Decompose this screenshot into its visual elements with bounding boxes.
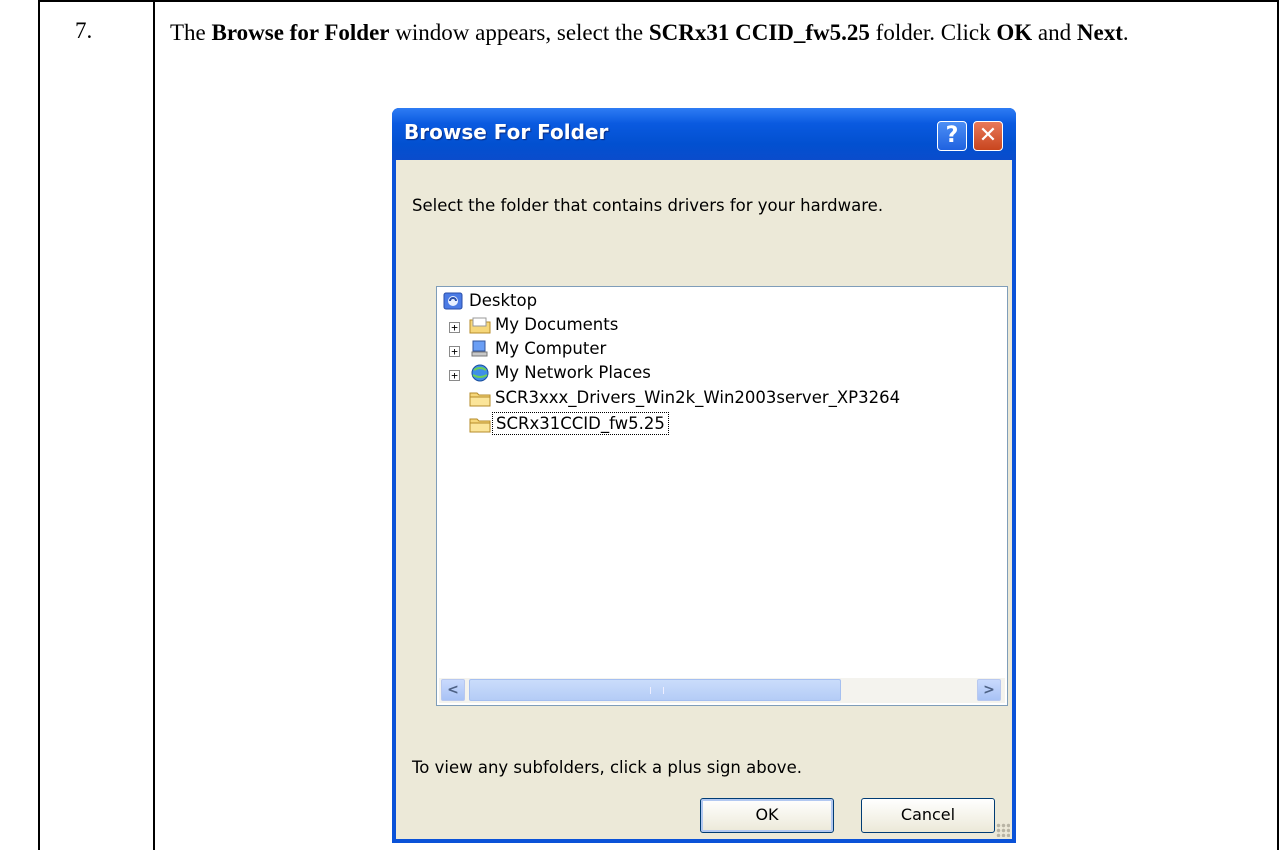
scroll-thumb-grip (650, 687, 664, 694)
tree-item-label: SCR3xxx_Drivers_Win2k_Win2003server_XP32… (495, 388, 901, 407)
cancel-button[interactable]: Cancel (861, 798, 995, 833)
instruction-bold: SCRx31 CCID_fw5.25 (648, 20, 870, 45)
instruction-text: and (1032, 20, 1077, 45)
horizontal-scrollbar[interactable]: < > (439, 678, 1005, 703)
dialog-prompt: Select the folder that contains drivers … (412, 196, 884, 215)
expand-plus-icon[interactable]: + (449, 322, 460, 333)
chevron-left-icon: < (447, 682, 459, 698)
scroll-right-button[interactable]: > (977, 679, 1001, 701)
instruction-text: window appears, select the (389, 20, 649, 45)
network-icon (471, 364, 489, 382)
instruction-text: The (170, 20, 212, 45)
tree-item-label: SCRx31CCID_fw5.25 (492, 412, 669, 435)
chevron-right-icon: > (983, 682, 995, 698)
help-button[interactable]: ? (937, 121, 967, 151)
computer-icon (471, 340, 488, 357)
folder-icon (469, 418, 491, 433)
tree-item-scrx31ccid-folder[interactable]: SCRx31CCID_fw5.25 (469, 412, 769, 438)
ok-button[interactable]: OK (700, 798, 834, 833)
desktop-icon (443, 292, 463, 310)
expand-plus-icon[interactable]: + (449, 370, 460, 381)
table-left-border (38, 0, 40, 850)
instruction-text: . (1122, 20, 1129, 45)
tree-item-my-network-places[interactable]: + My Network Places (449, 363, 849, 385)
tree-item-label: My Documents (495, 315, 619, 334)
folder-documents-icon (469, 317, 491, 334)
folder-icon (469, 392, 491, 407)
browse-for-folder-dialog: Browse For Folder ? ✕ Select the folder … (392, 108, 1016, 843)
tree-item-label: Desktop (469, 291, 538, 310)
dialog-titlebar[interactable]: Browse For Folder ? ✕ (392, 108, 1016, 160)
tree-item-label: My Computer (495, 339, 607, 358)
close-button[interactable]: ✕ (973, 121, 1003, 151)
close-icon: ✕ (978, 123, 998, 148)
dialog-body: Select the folder that contains drivers … (396, 160, 1012, 839)
tree-item-label: My Network Places (495, 363, 651, 382)
table-top-border (38, 0, 1279, 2)
instruction-bold: Browse for Folder (211, 20, 390, 45)
instruction-text: folder. Click (869, 20, 997, 45)
tree-item-my-computer[interactable]: + My Computer (449, 339, 849, 361)
tree-item-my-documents[interactable]: + My Documents (449, 315, 849, 337)
scroll-left-button[interactable]: < (441, 679, 465, 701)
dialog-title: Browse For Folder (404, 120, 609, 144)
scroll-thumb[interactable] (469, 679, 841, 701)
help-icon: ? (945, 123, 959, 148)
resize-grip-icon[interactable] (996, 823, 1010, 837)
step-instruction: The Browse for Folder window appears, se… (170, 18, 1260, 47)
instruction-bold: Next (1076, 20, 1123, 45)
tree-item-scr3xxx-folder[interactable]: SCR3xxx_Drivers_Win2k_Win2003server_XP32… (469, 388, 999, 410)
dialog-hint: To view any subfolders, click a plus sig… (412, 758, 802, 777)
expand-plus-icon[interactable]: + (449, 346, 460, 357)
step-number: 7. (75, 18, 93, 43)
folder-tree[interactable]: Desktop + My Documents + My Computer + M… (436, 286, 1008, 706)
table-column-divider (153, 0, 155, 850)
instruction-bold: OK (996, 20, 1033, 45)
